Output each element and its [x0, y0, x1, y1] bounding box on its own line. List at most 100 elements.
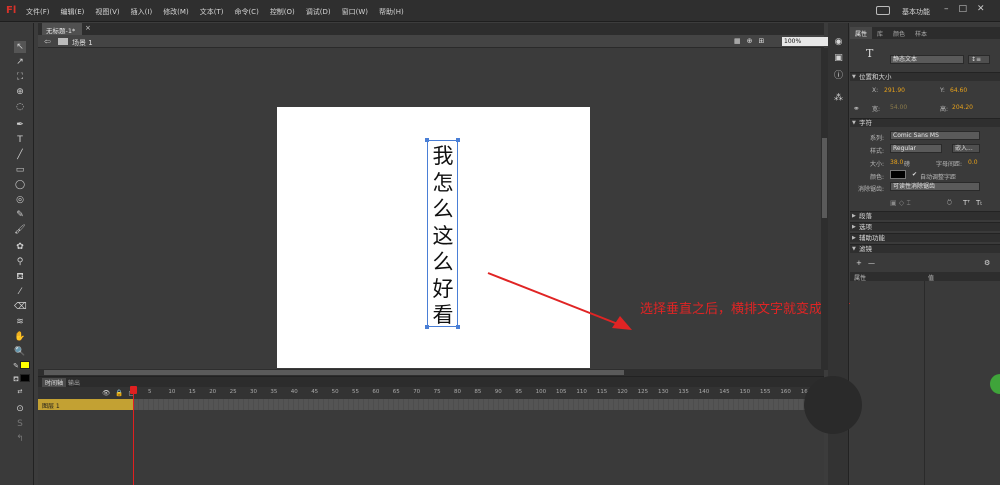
section-character[interactable]: 字符: [850, 118, 1000, 127]
paint-bucket-tool-icon[interactable]: ⛾: [14, 271, 26, 283]
close-button[interactable]: ✕: [977, 4, 985, 14]
lock-ratio-icon[interactable]: ⚭: [853, 104, 860, 113]
superscript-icon[interactable]: Tᵀ: [963, 199, 970, 207]
section-filters[interactable]: 滤镜: [850, 244, 1000, 253]
width-tool-icon[interactable]: ≋: [14, 316, 26, 328]
text-tool-icon[interactable]: T: [14, 134, 26, 146]
selection-tool-icon[interactable]: ↖: [14, 41, 26, 53]
frame-ruler[interactable]: 1510152025303540455055606570758085909510…: [134, 389, 824, 399]
rectangle-tool-icon[interactable]: ▭: [14, 164, 26, 176]
edit-scene-icon[interactable]: ▦: [734, 37, 741, 45]
close-tab-icon[interactable]: ×: [85, 24, 91, 32]
transform-icon[interactable]: ⁂: [833, 93, 844, 104]
horizontal-scrollbar[interactable]: [38, 369, 824, 376]
straighten-icon[interactable]: ↰: [14, 433, 26, 445]
auto-kern-checkbox[interactable]: ✔: [912, 171, 917, 178]
filter-settings-icon[interactable]: ⚙: [984, 259, 990, 267]
font-style-select[interactable]: Regular: [890, 144, 942, 153]
selectable-icon[interactable]: ⍥: [947, 198, 952, 208]
height-value[interactable]: 204.20: [952, 104, 973, 111]
selection-handle[interactable]: [425, 325, 429, 329]
swatches-icon[interactable]: ◉: [833, 37, 844, 48]
eraser-tool-icon[interactable]: ⌫: [14, 301, 27, 313]
text-type-select[interactable]: 静态文本: [890, 55, 964, 64]
antialias-select[interactable]: 可读性消除锯齿: [890, 182, 980, 191]
scroll-thumb[interactable]: [44, 370, 624, 375]
lasso-tool-icon[interactable]: ◌: [14, 101, 26, 113]
oval-tool-icon[interactable]: ◯: [14, 179, 26, 191]
playhead[interactable]: [133, 388, 134, 485]
stroke-color-swatch[interactable]: [20, 361, 30, 369]
x-value[interactable]: 291.90: [884, 87, 905, 94]
polystar-tool-icon[interactable]: ◎: [14, 194, 26, 206]
section-accessibility[interactable]: 辅助功能: [850, 233, 1000, 242]
workspace-switcher-icon[interactable]: [876, 6, 890, 15]
subscript-icon[interactable]: Tₜ: [976, 199, 982, 207]
pencil-tool-icon[interactable]: ✎: [14, 209, 26, 221]
selection-handle[interactable]: [425, 138, 429, 142]
edit-symbols-icon[interactable]: ⊕: [747, 37, 753, 45]
scene-label[interactable]: 场景 1: [72, 38, 93, 48]
pen-tool-icon[interactable]: ✒: [14, 119, 26, 131]
add-filter-button[interactable]: +: [856, 259, 862, 267]
lock-icon[interactable]: 🔒: [115, 389, 123, 397]
layer-frames[interactable]: [134, 399, 824, 410]
size-value[interactable]: 38.0: [890, 159, 903, 166]
menu-file[interactable]: 文件(F): [26, 7, 50, 17]
section-options[interactable]: 选项: [850, 222, 1000, 231]
back-arrow-icon[interactable]: ⇦: [44, 37, 51, 46]
menu-control[interactable]: 控制(O): [270, 7, 295, 17]
menu-debug[interactable]: 调试(D): [306, 7, 331, 17]
eyedropper-tool-icon[interactable]: ⁄: [14, 286, 26, 298]
remove-filter-button[interactable]: —: [868, 259, 875, 267]
format-buttons-icon[interactable]: ▣ ◇ ⌶: [890, 199, 911, 208]
menu-view[interactable]: 视图(V): [95, 7, 119, 17]
color-icon[interactable]: ▣: [833, 53, 844, 64]
document-tab[interactable]: 无标题-1*: [42, 23, 82, 35]
font-family-select[interactable]: Comic Sans MS: [890, 131, 980, 140]
selection-handle[interactable]: [456, 325, 460, 329]
letter-spacing-value[interactable]: 0.0: [968, 159, 978, 166]
menu-modify[interactable]: 修改(M): [163, 7, 189, 17]
subselection-tool-icon[interactable]: ↗: [14, 56, 26, 68]
section-paragraph[interactable]: 段落: [850, 211, 1000, 220]
bone-tool-icon[interactable]: ⚲: [14, 256, 26, 268]
free-transform-tool-icon[interactable]: ⛶: [14, 71, 26, 83]
fill-color-swatch[interactable]: [20, 374, 30, 382]
line-tool-icon[interactable]: ╱: [14, 149, 26, 161]
menu-text[interactable]: 文本(T): [200, 7, 224, 17]
text-orientation-button[interactable]: ↕≡: [968, 55, 990, 64]
info-icon[interactable]: ⓘ: [833, 71, 844, 82]
tab-output[interactable]: 输出: [68, 378, 80, 387]
center-stage-icon[interactable]: ⊞: [759, 37, 765, 45]
vertical-scrollbar[interactable]: [821, 48, 828, 370]
hand-tool-icon[interactable]: ✋: [14, 331, 26, 343]
tab-timeline[interactable]: 时间轴: [42, 378, 67, 387]
menu-edit[interactable]: 编辑(E): [61, 7, 85, 17]
menu-help[interactable]: 帮助(H): [379, 7, 404, 17]
workspace-label[interactable]: 基本功能: [902, 7, 930, 17]
tab-color[interactable]: 颜色: [888, 27, 910, 39]
y-value[interactable]: 64.60: [950, 87, 967, 94]
eye-icon[interactable]: 👁: [102, 389, 110, 397]
vertical-text[interactable]: 我 怎 么 这 么 好 看: [430, 143, 456, 329]
layer-row[interactable]: 图层 1: [38, 399, 824, 410]
selection-handle[interactable]: [456, 138, 460, 142]
zoom-tool-icon[interactable]: 🔍: [14, 346, 26, 358]
snap-to-objects-icon[interactable]: ⊙: [14, 403, 26, 415]
menu-insert[interactable]: 插入(I): [131, 7, 153, 17]
3d-rotation-tool-icon[interactable]: ⊕: [14, 86, 26, 98]
width-value[interactable]: 54.00: [890, 104, 907, 111]
embed-button[interactable]: 嵌入...: [952, 144, 980, 153]
tab-properties[interactable]: 属性: [850, 27, 873, 39]
menu-window[interactable]: 窗口(W): [342, 7, 368, 17]
deco-tool-icon[interactable]: ✿: [14, 241, 26, 253]
menu-commands[interactable]: 命令(C): [234, 7, 258, 17]
swap-colors-icon[interactable]: ⇄: [14, 386, 26, 398]
section-position[interactable]: 位置和大小: [850, 72, 1000, 81]
tab-swatches[interactable]: 样本: [910, 27, 932, 39]
brush-tool-icon[interactable]: 🖌: [14, 224, 26, 236]
tab-library[interactable]: 库: [872, 27, 888, 39]
layer-name[interactable]: 图层 1: [38, 399, 134, 410]
text-color-swatch[interactable]: [890, 170, 906, 179]
